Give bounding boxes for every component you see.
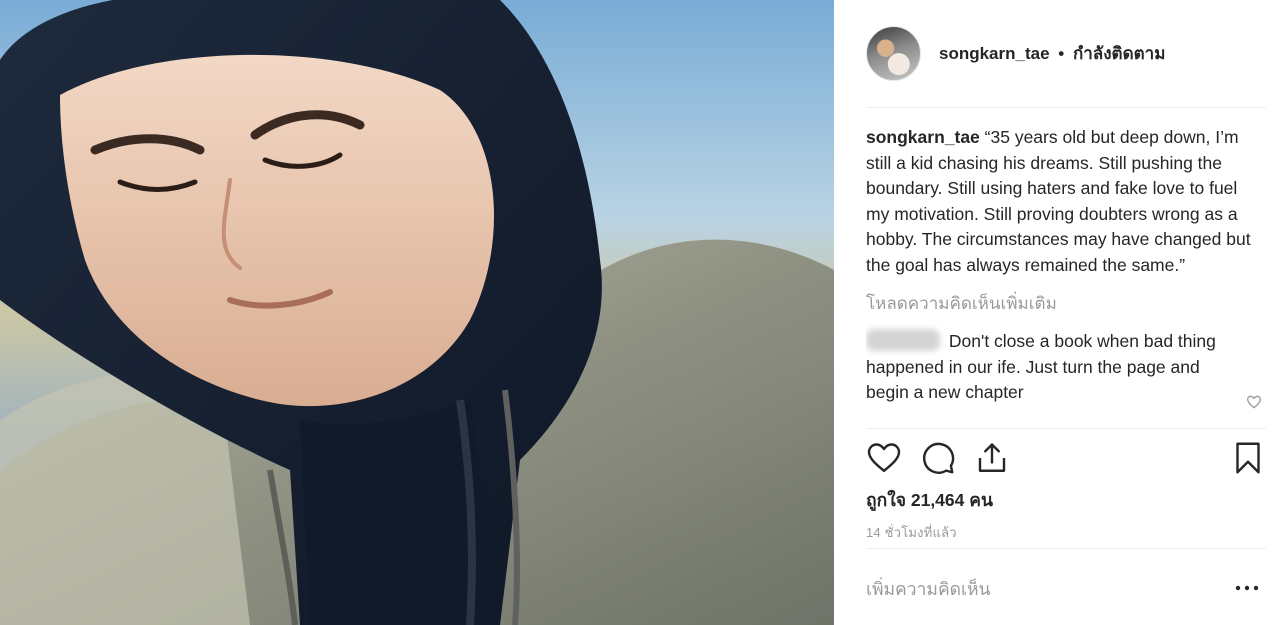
comment-item: Don't close a book when bad thing happen… — [866, 329, 1264, 409]
load-more-comments-link[interactable]: โหลดความคิดเห็นเพิ่มเติม — [866, 290, 1264, 317]
post-side-panel: songkarn_tae • กำลังติดตาม songkarn_tae … — [834, 0, 1280, 625]
action-bar — [866, 440, 1266, 480]
likes-count[interactable]: ถูกใจ 21,464 คน — [866, 486, 993, 514]
post-timestamp[interactable]: 14 ชั่วโมงที่แล้ว — [866, 522, 957, 543]
comment-like-heart-icon[interactable] — [1246, 394, 1262, 410]
comment-bubble-icon[interactable] — [920, 440, 956, 476]
more-dots-icon[interactable] — [1234, 578, 1260, 598]
header-user-line: songkarn_tae • กำลังติดตาม — [939, 40, 1165, 67]
bookmark-icon[interactable] — [1230, 440, 1266, 476]
post-header: songkarn_tae • กำลังติดตาม — [866, 24, 1266, 82]
divider — [866, 107, 1266, 108]
divider — [866, 428, 1266, 429]
comment-username-blurred[interactable] — [866, 329, 940, 351]
divider — [866, 548, 1266, 549]
header-username[interactable]: songkarn_tae — [939, 44, 1050, 63]
add-comment-input[interactable]: เพิ่มความคิดเห็น — [866, 575, 991, 603]
share-icon[interactable] — [974, 440, 1010, 476]
photo-man-in-hoodie — [0, 0, 834, 625]
caption: songkarn_tae “35 years old but deep down… — [866, 125, 1264, 278]
caption-username[interactable]: songkarn_tae — [866, 127, 980, 147]
follow-status-button[interactable]: กำลังติดตาม — [1073, 44, 1165, 63]
comments-section[interactable]: songkarn_tae “35 years old but deep down… — [866, 125, 1264, 425]
post-photo[interactable] — [0, 0, 834, 625]
header-separator: • — [1058, 43, 1065, 63]
caption-text: “35 years old but deep down, I’m still a… — [866, 127, 1251, 275]
avatar[interactable] — [866, 25, 921, 81]
heart-icon[interactable] — [866, 440, 902, 476]
